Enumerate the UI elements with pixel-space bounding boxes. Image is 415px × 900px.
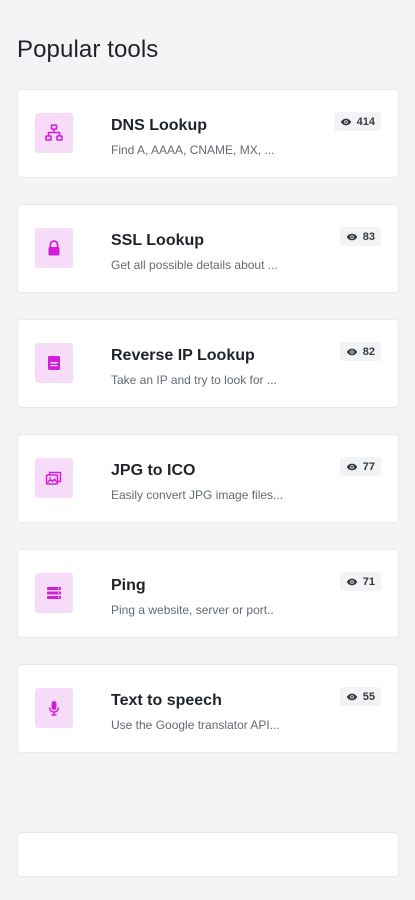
tool-card-ssl-lookup[interactable]: SSL Lookup Get all possible details abou… (17, 204, 399, 293)
tool-card-jpg-to-ico[interactable]: JPG to ICO Easily convert JPG image file… (17, 434, 399, 523)
footer-panel (17, 832, 399, 877)
server-icon (35, 343, 73, 383)
tool-name: Text to speech (111, 692, 222, 709)
tool-card-ping[interactable]: Ping Ping a website, server or port.. 71 (17, 549, 399, 638)
eye-icon (346, 346, 358, 358)
views-badge: 77 (339, 457, 381, 476)
eye-icon (346, 691, 358, 703)
eye-icon (346, 576, 358, 588)
tool-name: Ping (111, 577, 146, 594)
tool-name: JPG to ICO (111, 462, 196, 479)
tool-description: Easily convert JPG image files... (111, 488, 284, 502)
tool-description: Ping a website, server or port.. (111, 603, 274, 617)
list-server-icon (35, 573, 73, 613)
tool-description: Find A, AAAA, CNAME, MX, ... (111, 143, 275, 157)
views-count: 82 (362, 345, 375, 358)
views-count: 83 (362, 230, 375, 243)
tool-name: DNS Lookup (111, 117, 207, 134)
eye-icon (346, 461, 358, 473)
eye-icon (346, 231, 358, 243)
sitemap-icon (35, 113, 73, 153)
views-badge: 83 (339, 227, 381, 246)
eye-icon (340, 116, 352, 128)
views-count: 414 (356, 115, 375, 128)
views-badge: 414 (333, 112, 381, 131)
views-count: 71 (362, 575, 375, 588)
tool-description: Take an IP and try to look for ... (111, 373, 277, 387)
views-count: 55 (362, 690, 375, 703)
tool-description: Use the Google translator API... (111, 718, 280, 732)
views-badge: 71 (339, 572, 381, 591)
tool-name: SSL Lookup (111, 232, 205, 249)
views-badge: 55 (339, 687, 381, 706)
tool-name: Reverse IP Lookup (111, 347, 255, 364)
tool-card-reverse-ip-lookup[interactable]: Reverse IP Lookup Take an IP and try to … (17, 319, 399, 408)
tool-card-dns-lookup[interactable]: DNS Lookup Find A, AAAA, CNAME, MX, ... … (17, 89, 399, 178)
lock-icon (35, 228, 73, 268)
tool-description: Get all possible details about ... (111, 258, 278, 272)
images-icon (35, 458, 73, 498)
tool-list: DNS Lookup Find A, AAAA, CNAME, MX, ... … (17, 89, 399, 779)
popular-tools-page: Popular tools DNS Lookup Find A, AAAA, C… (0, 0, 415, 900)
views-badge: 82 (339, 342, 381, 361)
section-title: Popular tools (17, 36, 159, 63)
microphone-icon (35, 688, 73, 728)
tool-card-text-to-speech[interactable]: Text to speech Use the Google translator… (17, 664, 399, 753)
views-count: 77 (362, 460, 375, 473)
